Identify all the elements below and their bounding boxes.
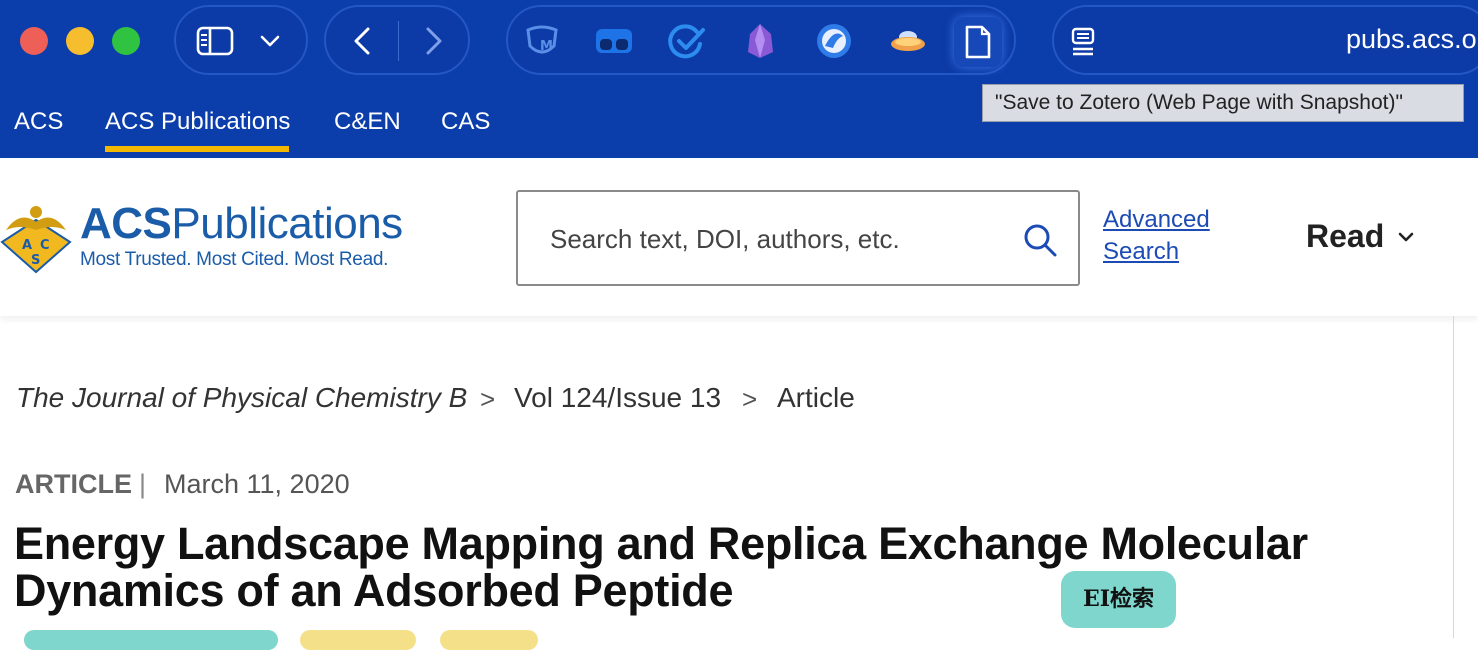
emblem-letter-a: A (22, 238, 32, 253)
tag-chip[interactable] (24, 630, 278, 650)
sidebar-icon[interactable] (194, 23, 236, 59)
site-header: A C S ACSPublications Most Trusted. Most… (0, 158, 1478, 316)
sidebar-toggle-group (174, 5, 308, 75)
logo-title-bold: ACS (80, 199, 172, 248)
close-window-button[interactable] (20, 27, 48, 55)
checkmark-icon[interactable] (666, 23, 708, 61)
forward-icon[interactable] (420, 24, 448, 58)
search-placeholder: Search text, DOI, authors, etc. (550, 224, 900, 254)
breadcrumb-current: Article (777, 382, 855, 413)
chevron-down-icon[interactable] (258, 29, 282, 53)
breadcrumb-separator-2: > (742, 384, 758, 414)
zotero-tooltip: "Save to Zotero (Web Page with Snapshot)… (982, 84, 1464, 122)
article-date: March 11, 2020 (164, 469, 350, 499)
globe-icon[interactable] (814, 21, 854, 61)
read-label: Read (1306, 218, 1385, 254)
ei-index-badge[interactable]: EI检索 (1061, 571, 1176, 628)
reader-icon[interactable] (1068, 25, 1098, 59)
emblem-letter-c: C (40, 238, 50, 253)
extensions-group: M (506, 5, 1016, 75)
tag-chip[interactable] (440, 630, 538, 650)
subnav-item-cas[interactable]: CAS (441, 108, 490, 136)
emblem-letter-s: S (31, 253, 40, 268)
navigation-group (324, 5, 470, 75)
advanced-search-link-line1[interactable]: Advanced (1103, 206, 1210, 234)
search-icon[interactable] (1022, 222, 1058, 263)
breadcrumb-issue[interactable]: Vol 124/Issue 13 (514, 382, 721, 414)
ufo-icon[interactable] (888, 23, 928, 59)
crystal-icon[interactable] (742, 21, 778, 61)
tag-chip[interactable] (300, 630, 416, 650)
article-type: ARTICLE (15, 469, 132, 499)
subnav-item-acs[interactable]: ACS (14, 108, 63, 136)
glasses-icon[interactable] (594, 23, 634, 59)
breadcrumb-journal[interactable]: The Journal of Physical Chemistry B (16, 382, 467, 414)
read-chevron-down-icon[interactable] (1397, 230, 1415, 249)
meta-divider: | (139, 469, 147, 499)
back-icon[interactable] (348, 24, 376, 58)
subnav-item-acs-publications[interactable]: ACS Publications (105, 108, 290, 136)
read-menu-button[interactable]: Read (1306, 218, 1384, 255)
content-divider (1453, 316, 1454, 638)
article-title-line1: Energy Landscape Mapping and Replica Exc… (14, 518, 1308, 569)
article-title: Energy Landscape Mapping and Replica Exc… (14, 520, 1414, 614)
svg-text:M: M (540, 39, 553, 54)
zoom-window-button[interactable] (112, 27, 140, 55)
nav-divider (398, 21, 399, 61)
page-icon[interactable] (954, 17, 1002, 67)
browser-toolbar: M pubs.acs.o "Save to Zotero (Web Page w… (0, 0, 1478, 158)
minimize-window-button[interactable] (66, 27, 94, 55)
url-text[interactable]: pubs.acs.o (1346, 24, 1477, 55)
logo-tagline: Most Trusted. Most Cited. Most Read. (80, 249, 389, 270)
article-title-line2: Dynamics of an Adsorbed Peptide (14, 565, 734, 616)
logo-title-rest: Publications (171, 199, 403, 248)
logo-title: ACSPublications (80, 199, 403, 249)
search-input[interactable]: Search text, DOI, authors, etc. (516, 190, 1080, 286)
active-tab-indicator (105, 146, 289, 152)
breadcrumb-separator-1: > (480, 384, 496, 414)
subnav-item-cen[interactable]: C&EN (334, 108, 401, 136)
shield-m-icon[interactable]: M (522, 23, 562, 59)
advanced-search-link-line2[interactable]: Search (1103, 238, 1179, 266)
acs-emblem-icon: A C S (0, 206, 72, 274)
